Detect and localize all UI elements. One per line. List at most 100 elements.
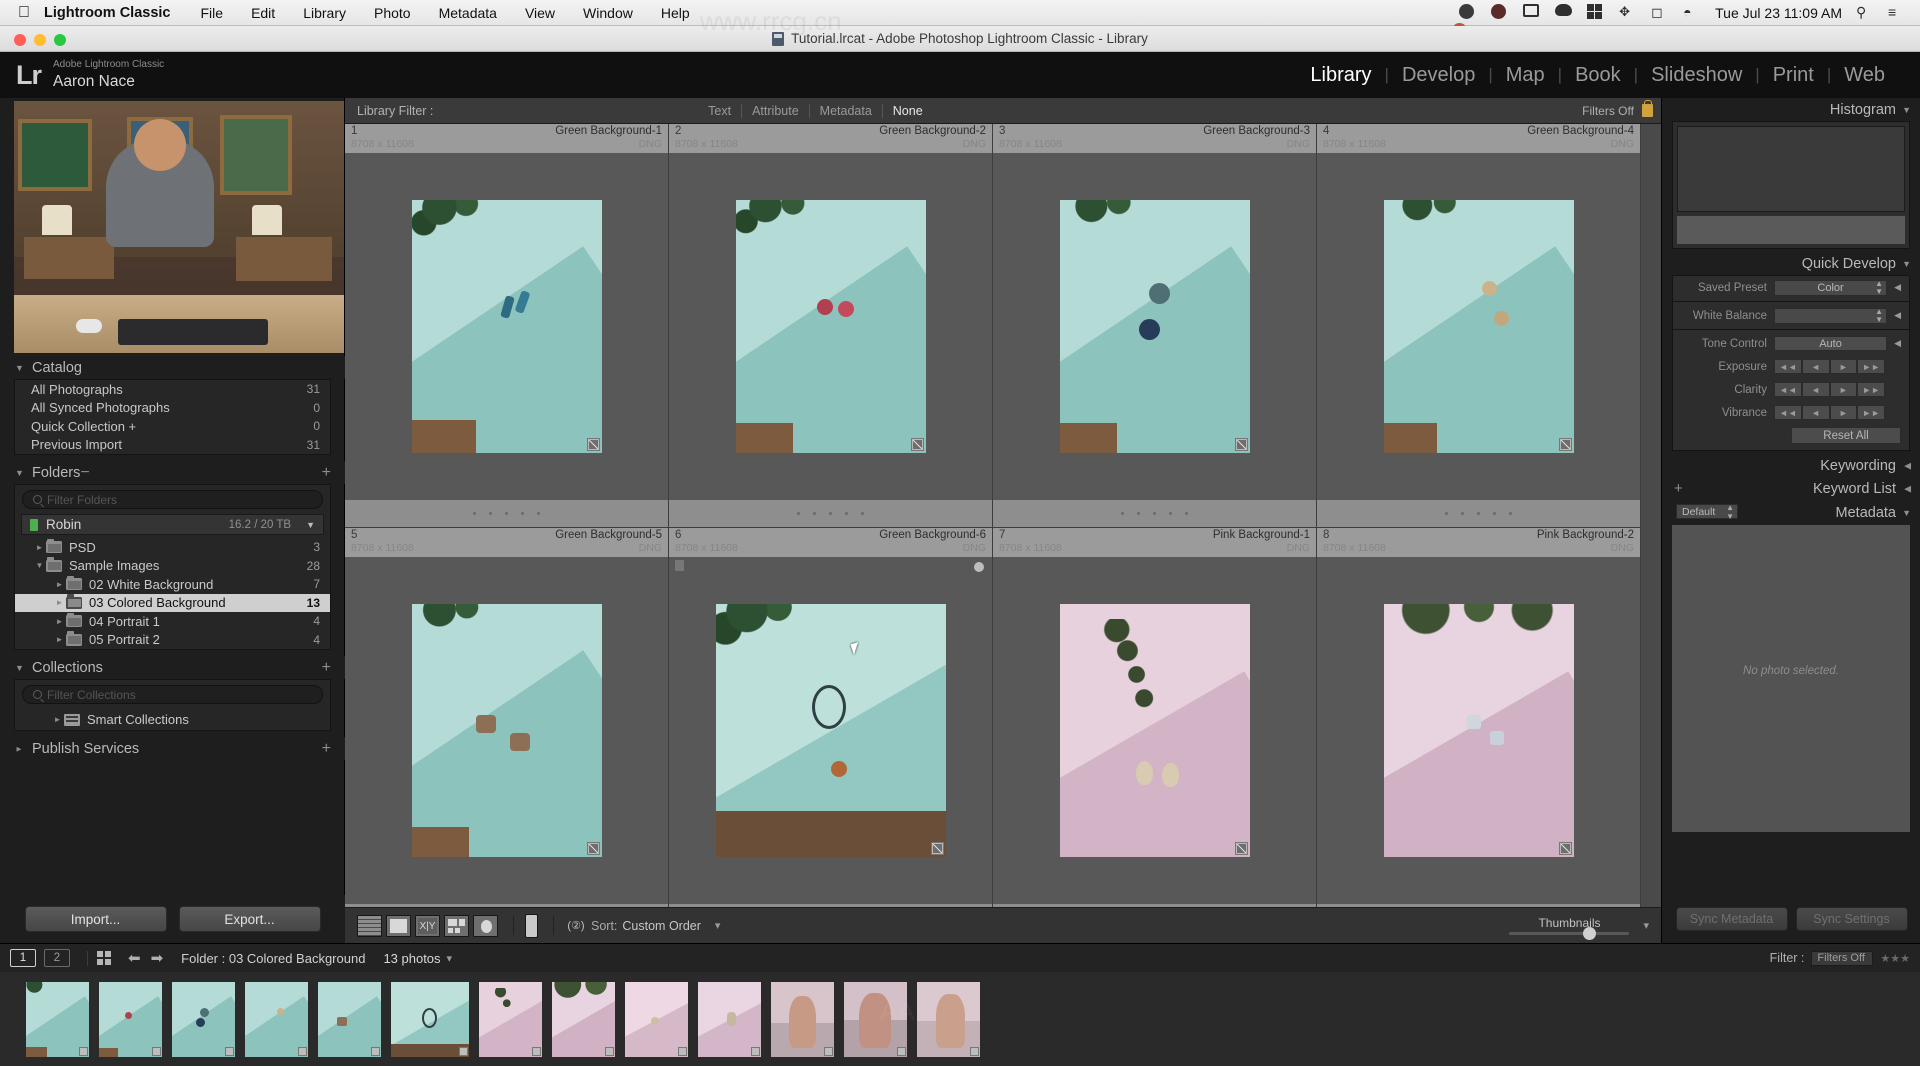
minimize-button[interactable]	[34, 34, 46, 46]
photo-thumbnail[interactable]	[735, 200, 926, 453]
lock-icon[interactable]	[1641, 100, 1653, 117]
quick-develop-section-header[interactable]: Quick Develop ▼	[1662, 252, 1920, 275]
toolbar-options-caret-icon[interactable]: ▾	[1643, 919, 1649, 932]
grid-cell[interactable]: 7 Pink Background-1 8708 x 11608 DNG	[993, 528, 1317, 932]
filmstrip-filter-select[interactable]: Filters Off	[1811, 950, 1874, 966]
clarity-stepper[interactable]: ◄◄ ◄ ► ►►	[1774, 382, 1885, 397]
disclosure-icon[interactable]: ▼	[33, 561, 46, 570]
remove-folder-button[interactable]: −	[80, 464, 89, 481]
collections-item-smart-collections[interactable]: ► Smart Collections	[15, 709, 330, 730]
loupe-view-icon[interactable]	[386, 914, 411, 937]
folder-item-04-portrait-1[interactable]: ► 04 Portrait 1 4	[15, 612, 330, 631]
module-map[interactable]: Map	[1493, 64, 1558, 87]
photo-thumbnail[interactable]	[1059, 604, 1250, 857]
close-button[interactable]	[14, 34, 26, 46]
user-account-icon[interactable]	[1491, 4, 1509, 21]
sync-settings-button[interactable]: Sync Settings	[1795, 907, 1908, 931]
grid-cell[interactable]: 2 Green Background-2 8708 x 11608 DNG	[669, 124, 993, 528]
filmstrip-thumbnail[interactable]	[917, 982, 980, 1057]
clarity-increase-small[interactable]: ►	[1829, 382, 1858, 397]
photo-thumbnail[interactable]	[1383, 604, 1574, 857]
triangle-left-icon[interactable]: ◀	[1894, 338, 1901, 349]
filmstrip-thumbnail[interactable]	[771, 982, 834, 1057]
color-sync-icon[interactable]	[1452, 4, 1477, 38]
metadata-section-header[interactable]: Default ▲ ▼ Metadata ▼	[1662, 500, 1920, 525]
vibrance-stepper[interactable]: ◄◄ ◄ ► ►►	[1774, 405, 1885, 420]
exposure-increase-small[interactable]: ►	[1829, 359, 1858, 374]
disclosure-icon[interactable]: ►	[53, 598, 66, 607]
filmstrip-thumbnail[interactable]	[26, 982, 89, 1057]
add-keyword-button[interactable]: +	[1674, 480, 1683, 497]
grid-cell[interactable]: 3 Green Background-3 8708 x 11608 DNG	[993, 124, 1317, 528]
menu-library[interactable]: Library	[289, 5, 360, 21]
chevron-down-icon[interactable]: ▾	[715, 919, 721, 932]
chevron-down-icon[interactable]: ▼	[306, 520, 315, 530]
clarity-increase-large[interactable]: ►►	[1857, 382, 1885, 397]
sort-value[interactable]: Custom Order	[622, 919, 701, 933]
triangle-left-icon[interactable]: ◀	[1894, 282, 1901, 293]
sort-az-icon[interactable]: (②)	[565, 915, 587, 937]
filmstrip-thumbnail[interactable]	[698, 982, 761, 1057]
histogram-body[interactable]	[1672, 121, 1910, 249]
menu-edit[interactable]: Edit	[237, 5, 289, 21]
module-book[interactable]: Book	[1562, 64, 1634, 87]
exposure-decrease-large[interactable]: ◄◄	[1774, 359, 1802, 374]
triangle-left-icon[interactable]: ◀	[1894, 310, 1901, 321]
add-collection-button[interactable]: +	[322, 659, 331, 676]
filmstrip-thumbnail[interactable]	[479, 982, 542, 1057]
folder-item-03-colored-background[interactable]: ► 03 Colored Background 13	[15, 593, 330, 612]
filmstrip-thumbnail[interactable]	[318, 982, 381, 1057]
search-icon[interactable]: ⚲	[1856, 4, 1874, 21]
vibrance-decrease-small[interactable]: ◄	[1801, 405, 1830, 420]
module-slideshow[interactable]: Slideshow	[1638, 64, 1755, 87]
grid-icon[interactable]	[1587, 4, 1605, 21]
folder-item-05-portrait-2[interactable]: ► 05 Portrait 2 4	[15, 631, 330, 650]
airplay-icon[interactable]: ◻	[1651, 4, 1669, 21]
grid-cell[interactable]: 1 Green Background-1 8708 x 11608 DNG	[345, 124, 669, 528]
people-view-icon[interactable]	[473, 914, 498, 937]
thumbnail-size-slider[interactable]	[1509, 927, 1630, 940]
export-button[interactable]: Export...	[178, 906, 321, 932]
arrow-right-icon[interactable]: ➡	[151, 949, 164, 967]
apple-icon[interactable]: 	[0, 4, 44, 21]
add-folder-button[interactable]: +	[322, 464, 331, 481]
import-button[interactable]: Import...	[24, 906, 167, 932]
disclosure-icon[interactable]: ►	[51, 715, 64, 724]
vibrance-increase-small[interactable]: ►	[1829, 405, 1858, 420]
chevron-down-icon[interactable]: ▾	[447, 952, 453, 965]
module-develop[interactable]: Develop	[1389, 64, 1488, 87]
catalog-item-all-synced-photographs[interactable]: All Synced Photographs 0	[15, 399, 330, 418]
filter-tab-attribute[interactable]: Attribute	[742, 103, 810, 118]
sync-metadata-button[interactable]: Sync Metadata	[1675, 907, 1788, 931]
photo-thumbnail[interactable]	[715, 604, 946, 857]
histogram-section-header[interactable]: Histogram ▼	[1662, 98, 1920, 121]
collections-section-header[interactable]: ▼ Collections +	[0, 656, 345, 679]
wifi-icon[interactable]: ◓	[1683, 4, 1701, 21]
keyword-list-section-header[interactable]: + Keyword List ◀	[1662, 477, 1920, 500]
thumbnail-grid[interactable]: 1 Green Background-1 8708 x 11608 DNG 2 …	[345, 124, 1661, 943]
bluetooth-icon[interactable]: ✥	[1619, 4, 1637, 21]
volume-row-robin[interactable]: Robin 16.2 / 20 TB ▼	[21, 514, 324, 535]
folder-item-psd[interactable]: ► PSD 3	[15, 538, 330, 557]
exposure-decrease-small[interactable]: ◄	[1801, 359, 1830, 374]
saved-preset-select[interactable]: Color ▲ ▼	[1774, 279, 1888, 296]
display-icon[interactable]	[1523, 4, 1541, 21]
reset-all-button[interactable]: Reset All	[1791, 427, 1901, 444]
menu-photo[interactable]: Photo	[360, 5, 425, 21]
menu-bar-clock[interactable]: Tue Jul 23 11:09 AM	[1715, 5, 1842, 21]
filmstrip-thumbnail[interactable]	[391, 982, 469, 1057]
clarity-decrease-small[interactable]: ◄	[1801, 382, 1830, 397]
disclosure-icon[interactable]: ►	[33, 543, 46, 552]
filmstrip-thumbnail[interactable]	[844, 982, 907, 1057]
metadata-preset-select[interactable]: Default ▲ ▼	[1676, 503, 1738, 521]
menu-view[interactable]: View	[511, 5, 569, 21]
exposure-stepper[interactable]: ◄◄ ◄ ► ►►	[1774, 359, 1885, 374]
navigator-preview[interactable]	[14, 101, 344, 353]
folder-item-sample-images[interactable]: ▼ Sample Images 28	[15, 557, 330, 576]
grid-cell[interactable]: 6 Green Background-6 8708 x 11608 DNG	[669, 528, 993, 932]
vibrance-increase-large[interactable]: ►►	[1857, 405, 1885, 420]
arrow-left-icon[interactable]: ⬅	[128, 949, 141, 967]
filmstrip-filter-stars[interactable]: ★★★	[1880, 952, 1910, 965]
filmstrip-thumbnail[interactable]	[99, 982, 162, 1057]
filmstrip-thumbnail[interactable]	[625, 982, 688, 1057]
